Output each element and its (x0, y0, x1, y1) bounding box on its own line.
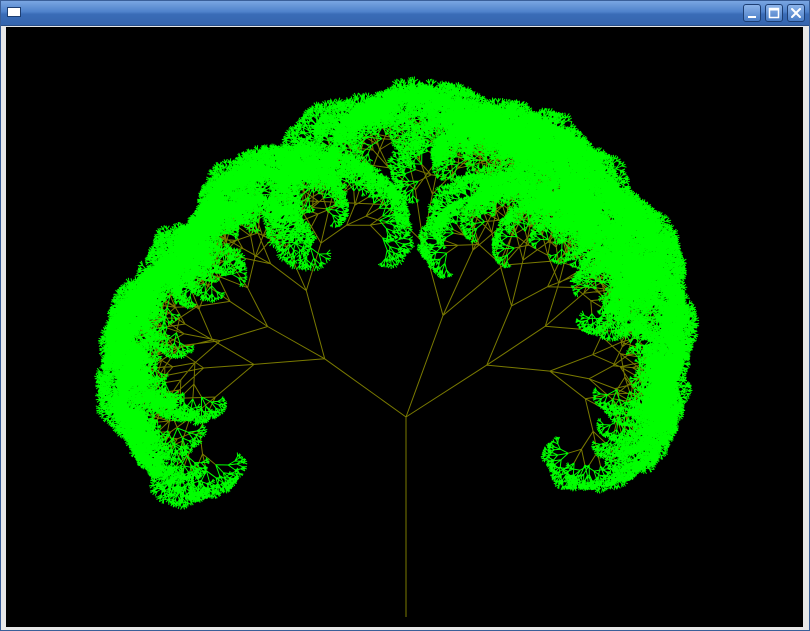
window-icon[interactable] (7, 7, 21, 17)
close-button[interactable] (787, 4, 805, 22)
app-window (0, 0, 810, 631)
drawing-canvas (6, 27, 803, 627)
minimize-icon (748, 16, 756, 18)
close-icon (791, 8, 801, 18)
maximize-button[interactable] (765, 4, 783, 22)
fractal-tree (6, 27, 803, 627)
maximize-icon (768, 7, 780, 19)
minimize-button[interactable] (743, 4, 761, 22)
title-bar[interactable] (1, 1, 809, 26)
